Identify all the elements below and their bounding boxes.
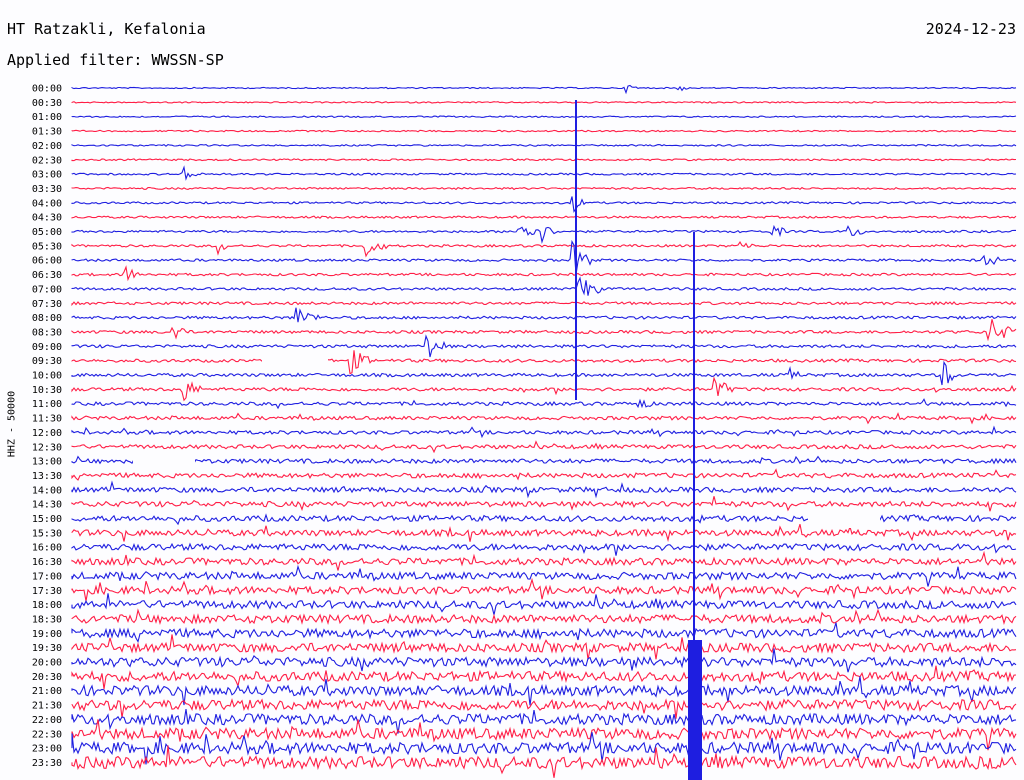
trace-row	[71, 215, 1017, 219]
row-time-label: 17:00	[32, 571, 62, 582]
trace-row	[71, 440, 1017, 454]
trace-row	[71, 468, 1017, 481]
data-gap	[262, 350, 328, 366]
row-time-label: 18:30	[32, 614, 62, 625]
trace-row	[71, 550, 1017, 571]
trace-row	[71, 622, 1017, 644]
trace-row	[71, 307, 1017, 323]
trace-row	[71, 319, 1017, 342]
trace-row	[71, 129, 1017, 133]
row-time-label: 06:30	[32, 270, 62, 281]
row-time-label: 04:00	[32, 198, 62, 209]
row-time-label: 21:30	[32, 701, 62, 712]
row-time-label: 12:00	[32, 428, 62, 439]
row-time-label: 04:30	[32, 213, 62, 224]
row-time-label: 14:00	[32, 485, 62, 496]
row-time-label: 09:30	[32, 356, 62, 367]
row-time-label: 19:00	[32, 629, 62, 640]
time-labels: 00:00 00:30 01:00 01:30 02:00 02:30 03:00 03:30…	[32, 84, 62, 769]
seismic-traces	[71, 84, 1017, 780]
row-time-label: 17:30	[32, 586, 62, 597]
row-time-label: 12:30	[32, 442, 62, 453]
row-time-label: 16:30	[32, 557, 62, 568]
row-time-label: 05:30	[32, 241, 62, 252]
row-time-label: 06:00	[32, 256, 62, 267]
row-time-label: 02:30	[32, 155, 62, 166]
trace-row	[71, 564, 1017, 587]
row-time-label: 08:00	[32, 313, 62, 324]
row-time-label: 21:00	[32, 686, 62, 697]
trace-row	[71, 196, 1017, 213]
trace-row	[71, 608, 1017, 626]
event-coda-block	[688, 640, 702, 780]
trace-row	[71, 360, 1017, 386]
row-time-label: 15:30	[32, 528, 62, 539]
trace-row	[71, 84, 1017, 95]
row-time-label: 02:00	[32, 141, 62, 152]
trace-row	[71, 709, 1017, 734]
trace-row	[71, 186, 1017, 191]
row-time-label: 15:00	[32, 514, 62, 525]
row-time-label: 19:30	[32, 643, 62, 654]
trace-row	[71, 350, 1017, 375]
trace-row	[71, 496, 1017, 512]
data-gap	[133, 452, 195, 470]
row-time-label: 23:00	[32, 744, 62, 755]
trace-row	[71, 224, 1016, 244]
row-time-label: 01:30	[32, 127, 62, 138]
row-time-label: 13:30	[32, 471, 62, 482]
data-gap	[808, 510, 880, 528]
row-time-label: 00:00	[32, 84, 62, 95]
trace-row	[71, 334, 1017, 358]
trace-row	[71, 276, 1017, 296]
trace-row	[71, 398, 1017, 410]
trace-row	[71, 698, 1017, 719]
row-time-label: 16:00	[32, 543, 62, 554]
row-time-label: 00:30	[32, 98, 62, 109]
trace-row	[71, 634, 1017, 660]
trace-row	[71, 165, 1017, 181]
trace-row	[71, 577, 1017, 602]
row-time-label: 09:00	[32, 342, 62, 353]
row-time-label: 22:00	[32, 715, 62, 726]
row-time-label: 23:30	[32, 758, 62, 769]
row-time-label: 08:30	[32, 327, 62, 338]
row-time-label: 13:00	[32, 457, 62, 468]
row-time-label: 18:00	[32, 600, 62, 611]
row-time-label: 11:00	[32, 399, 62, 410]
trace-row	[71, 143, 1017, 147]
trace-row	[71, 412, 1017, 425]
trace-row	[71, 376, 1017, 402]
row-time-label: 14:30	[32, 500, 62, 511]
helicorder-plot: 00:00 00:30 01:00 01:30 02:00 02:30 03:00 03:30…	[32, 84, 1017, 780]
row-time-label: 20:30	[32, 672, 62, 683]
trace-row	[71, 240, 1017, 258]
row-time-label: 10:30	[32, 385, 62, 396]
trace-row	[71, 265, 1017, 282]
row-time-label: 03:30	[32, 184, 62, 195]
trace-row	[71, 665, 1017, 690]
trace-row	[71, 480, 1017, 499]
trace-row	[71, 301, 1017, 307]
trace-row	[71, 542, 1017, 556]
trace-row	[71, 101, 1017, 104]
trace-row	[71, 455, 1017, 465]
trace-row	[71, 158, 1017, 162]
row-time-label: 01:00	[32, 112, 62, 123]
trace-row	[71, 593, 1017, 615]
row-time-label: 11:30	[32, 414, 62, 425]
row-time-label: 05:00	[32, 227, 62, 238]
row-time-label: 22:30	[32, 729, 62, 740]
row-time-label: 20:00	[32, 658, 62, 669]
row-time-label: 03:00	[32, 170, 62, 181]
trace-row	[71, 115, 1017, 119]
row-time-label: 07:00	[32, 284, 62, 295]
trace-row	[71, 425, 1017, 439]
row-time-label: 07:30	[32, 299, 62, 310]
row-time-label: 10:00	[32, 371, 62, 382]
